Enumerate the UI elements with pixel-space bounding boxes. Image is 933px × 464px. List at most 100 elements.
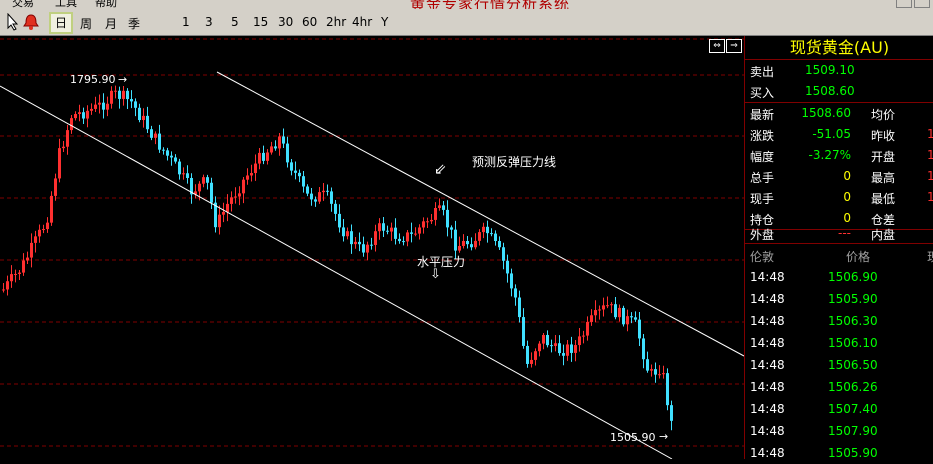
candle-body — [342, 227, 345, 237]
candle-body — [406, 232, 409, 242]
candle-body — [450, 227, 453, 230]
candle-body — [74, 114, 77, 119]
stat-label: 幅度 — [750, 150, 775, 164]
candle-body — [586, 321, 589, 336]
period-day-button[interactable]: 日 — [49, 12, 73, 34]
period-month-button[interactable]: 月 — [105, 15, 117, 32]
period-1min-button[interactable]: 1 — [182, 15, 190, 29]
tick-price: 1507.90 — [828, 424, 878, 438]
menu-help[interactable]: 帮助 — [95, 0, 117, 9]
candle-body — [454, 229, 457, 251]
candle-body — [166, 150, 169, 156]
alarm-bell-icon[interactable] — [22, 13, 40, 35]
period-60min-button[interactable]: 60 — [302, 15, 317, 29]
candle-body — [402, 241, 405, 243]
candle-body — [198, 183, 201, 192]
candle-body — [58, 148, 61, 179]
candle-body — [246, 175, 249, 180]
candle-body — [634, 317, 637, 320]
candle-body — [350, 231, 353, 245]
candle-body — [54, 178, 57, 196]
lower-trend-line[interactable] — [0, 85, 673, 459]
period-4hr-button[interactable]: 4hr — [352, 15, 372, 29]
tick-row: 14:48 1506.26 — [745, 377, 933, 398]
candle-body — [122, 90, 125, 99]
candle-body — [474, 240, 477, 248]
menu-trade[interactable]: 交易 — [12, 0, 34, 9]
period-30min-button[interactable]: 30 — [278, 15, 293, 29]
period-5min-button[interactable]: 5 — [231, 15, 239, 29]
candle-body — [638, 319, 641, 339]
close-button[interactable] — [914, 0, 930, 8]
candle-body — [478, 232, 481, 241]
stat-row-latest: 最新 1508.60 均价 — [745, 103, 933, 124]
period-season-button[interactable]: 季 — [128, 15, 140, 32]
candle-body — [186, 173, 189, 178]
tick-price: 1506.90 — [828, 270, 878, 284]
candle-body — [354, 241, 357, 245]
candle-body — [462, 241, 465, 246]
panel-prev-icon[interactable]: ⇔ — [709, 39, 725, 53]
candle-body — [438, 205, 441, 209]
candle-body — [446, 209, 449, 228]
period-15min-button[interactable]: 15 — [253, 15, 268, 29]
candle-body — [486, 226, 489, 234]
period-week-button[interactable]: 周 — [80, 15, 92, 32]
candle-body — [294, 170, 297, 173]
upper-trend-line[interactable] — [216, 71, 744, 357]
candle-body — [238, 193, 241, 197]
tick-time: 14:48 — [750, 380, 785, 394]
candle-body — [382, 223, 385, 231]
period-year-button[interactable]: Y — [381, 15, 388, 29]
period-3min-button[interactable]: 3 — [205, 15, 213, 29]
candle-body — [38, 229, 41, 237]
candle-body — [482, 226, 485, 233]
minimize-button[interactable] — [896, 0, 912, 8]
candle-body — [6, 281, 9, 290]
tick-price: 1506.30 — [828, 314, 878, 328]
candle-body — [510, 273, 513, 289]
tick-row: 14:48 1507.40 — [745, 399, 933, 420]
candle-body — [306, 186, 309, 194]
candle-body — [414, 233, 417, 235]
buy-row: 买入 1508.60 — [745, 81, 933, 102]
candle-body — [590, 315, 593, 322]
candle-body — [70, 118, 73, 131]
candle-body — [42, 229, 45, 231]
candle-body — [466, 241, 469, 245]
candle-body — [230, 197, 233, 204]
candle-body — [82, 112, 85, 119]
panel-next-icon[interactable]: ⇒ — [726, 39, 742, 53]
candle-body — [642, 338, 645, 360]
candle-body — [646, 359, 649, 371]
candle-body — [142, 115, 145, 121]
candle-body — [106, 103, 109, 110]
candle-body — [666, 373, 669, 406]
stat-label: 均价 — [871, 108, 896, 122]
candlestick-chart[interactable]: 1795.90 → 1505.90 → ⇙ 预测反弹压力线 水平压力 ⇩ ⇔ ⇒ — [0, 36, 744, 459]
candle-body — [314, 199, 317, 202]
candle-body — [618, 307, 621, 318]
candle-body — [614, 304, 617, 318]
candle-body — [146, 115, 149, 130]
candle-body — [570, 344, 573, 353]
menu-tools[interactable]: 工具 — [55, 0, 77, 9]
buy-label: 买入 — [750, 86, 775, 100]
candle-body — [418, 227, 421, 234]
stat-label: 最高 — [871, 171, 896, 185]
tick-time: 14:48 — [750, 424, 785, 438]
stat-label: 开盘 — [871, 150, 896, 164]
stat-row-volume: 总手 0 最高 1 — [745, 166, 933, 187]
candle-body — [178, 161, 181, 175]
sell-value: 1509.10 — [805, 63, 855, 77]
period-2hr-button[interactable]: 2hr — [326, 15, 346, 29]
candle-body — [606, 305, 609, 307]
cursor-icon[interactable] — [6, 12, 20, 35]
candle-body — [158, 133, 161, 150]
candle-body — [10, 274, 13, 282]
outer-label: 外盘 — [750, 228, 775, 242]
candle-body — [550, 345, 553, 347]
stat-value: 1508.60 — [801, 106, 851, 120]
candle-body — [398, 238, 401, 242]
candle-body — [366, 244, 369, 253]
